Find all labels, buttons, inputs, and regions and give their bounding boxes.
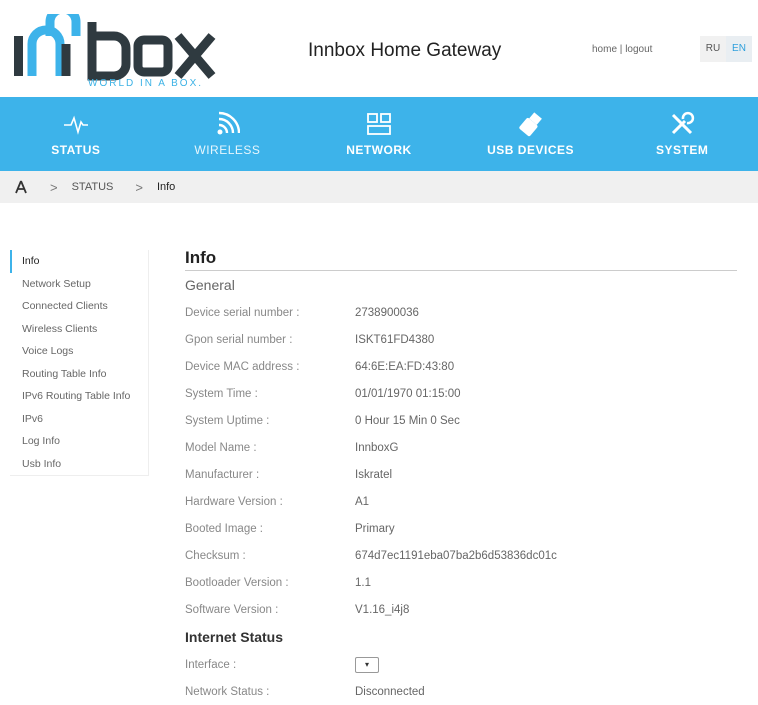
row-label: Gpon serial number : (185, 333, 293, 346)
innbox-logo-mark (14, 4, 216, 81)
tools-icon (672, 111, 695, 135)
nav-system-label: SYSTEM (656, 143, 709, 157)
info-row: Device MAC address : 64:6E:EA:FD:43:80 (185, 353, 737, 380)
row-label: Hardware Version : (185, 495, 283, 508)
pulse-icon (63, 115, 88, 135)
lang-en-button[interactable]: EN (726, 36, 752, 62)
nav-usb-devices[interactable]: USB DEVICES (455, 97, 607, 171)
logo-tagline: WORLD IN A BOX. (88, 78, 204, 89)
network-status-label: Network Status : (185, 685, 270, 698)
info-row: Booted Image : Primary (185, 515, 737, 542)
sidebar-item-network-setup[interactable]: Network Setup (10, 273, 148, 296)
breadcrumb: > STATUS > Info (0, 171, 758, 203)
row-value: 01/01/1970 01:15:00 (355, 387, 461, 400)
internet-status-heading: Internet Status (185, 629, 284, 645)
row-value: ISKT61FD4380 (355, 333, 435, 346)
row-value: 0 Hour 15 Min 0 Sec (355, 414, 460, 427)
sidebar-item-ipv6-routing-table[interactable]: IPv6 Routing Table Info (10, 385, 148, 408)
nav-system[interactable]: SYSTEM (606, 97, 758, 171)
info-row: Hardware Version : A1 (185, 488, 737, 515)
usb-icon (518, 112, 542, 137)
sidebar-item-usb-info[interactable]: Usb Info (10, 453, 148, 476)
main-nav: STATUS WIRELESS NETWORK USB DEVICES SYST… (0, 97, 758, 171)
link-separator: | (619, 44, 623, 55)
main-content: Info General Device serial number : 27389… (185, 248, 737, 705)
home-link[interactable]: home (592, 44, 617, 55)
row-label: Bootloader Version : (185, 576, 289, 589)
row-value: 64:6E:EA:FD:43:80 (355, 360, 455, 373)
network-status-row: Network Status : Disconnected (185, 678, 737, 705)
network-status-value: Disconnected (355, 685, 425, 698)
nav-network-label: NETWORK (346, 143, 412, 157)
info-row: Software Version : V1.16_i4j8 (185, 596, 737, 623)
nav-status-label: STATUS (51, 143, 101, 157)
interface-select[interactable]: ▾ (355, 656, 379, 673)
row-value: InnboxG (355, 441, 399, 454)
row-value: V1.16_i4j8 (355, 603, 410, 616)
sidebar-item-info[interactable]: Info (10, 250, 148, 273)
row-value: Iskratel (355, 468, 393, 481)
row-value: Primary (355, 522, 395, 535)
row-label: Model Name : (185, 441, 257, 454)
network-icon (367, 113, 391, 135)
interface-label: Interface : (185, 658, 237, 671)
row-label: Device serial number : (185, 306, 300, 319)
home-icon[interactable] (14, 180, 28, 194)
row-value: 674d7ec1191eba07ba2b6d53836dc01c (355, 549, 557, 562)
info-row: System Time : 01/01/1970 01:15:00 (185, 380, 737, 407)
language-switcher: RU EN (700, 36, 752, 62)
row-label: Software Version : (185, 603, 279, 616)
nav-status[interactable]: STATUS (0, 97, 152, 171)
sidebar-item-log-info[interactable]: Log Info (10, 430, 148, 453)
breadcrumb-current: Info (156, 181, 176, 193)
sidebar-item-voice-logs[interactable]: Voice Logs (10, 340, 148, 363)
sidebar-item-connected-clients[interactable]: Connected Clients (10, 295, 148, 318)
lang-ru-button[interactable]: RU (700, 36, 726, 62)
row-value: A1 (355, 495, 370, 508)
row-value: 2738900036 (355, 306, 419, 319)
row-label: Booted Image : (185, 522, 263, 535)
row-label: Checksum : (185, 549, 246, 562)
sidebar: Info Network Setup Connected Clients Wir… (10, 250, 149, 476)
row-value: 1.1 (355, 576, 371, 589)
nav-wireless[interactable]: WIRELESS (152, 97, 304, 171)
info-row: Bootloader Version : 1.1 (185, 569, 737, 596)
info-row: System Uptime : 0 Hour 15 Min 0 Sec (185, 407, 737, 434)
sidebar-item-ipv6[interactable]: IPv6 (10, 408, 148, 431)
wifi-icon (217, 111, 241, 135)
info-row: Checksum : 674d7ec1191eba07ba2b6d53836dc0… (185, 542, 737, 569)
row-label: Device MAC address : (185, 360, 300, 373)
info-row: Model Name : InnboxG (185, 434, 737, 461)
row-label: Manufacturer : (185, 468, 260, 481)
breadcrumb-separator: > (135, 179, 143, 195)
page-title: Info (185, 248, 737, 271)
info-row: Gpon serial number : ISKT61FD4380 (185, 326, 737, 353)
info-row: Manufacturer : Iskratel (185, 461, 737, 488)
top-links: home | logout (592, 44, 652, 55)
breadcrumb-status[interactable]: STATUS (72, 181, 114, 193)
sidebar-item-wireless-clients[interactable]: Wireless Clients (10, 318, 148, 341)
general-heading: General (185, 277, 235, 293)
row-label: System Uptime : (185, 414, 270, 427)
info-row: Device serial number : 2738900036 (185, 299, 737, 326)
nav-usb-label: USB DEVICES (487, 143, 574, 157)
row-label: System Time : (185, 387, 258, 400)
logout-link[interactable]: logout (625, 44, 652, 55)
nav-network[interactable]: NETWORK (303, 97, 455, 171)
sidebar-item-routing-table[interactable]: Routing Table Info (10, 363, 148, 386)
nav-wireless-label: WIRELESS (194, 143, 261, 157)
gateway-title: Innbox Home Gateway (308, 40, 502, 61)
breadcrumb-separator: > (50, 179, 58, 195)
interface-row: Interface : ▾ (185, 651, 737, 678)
